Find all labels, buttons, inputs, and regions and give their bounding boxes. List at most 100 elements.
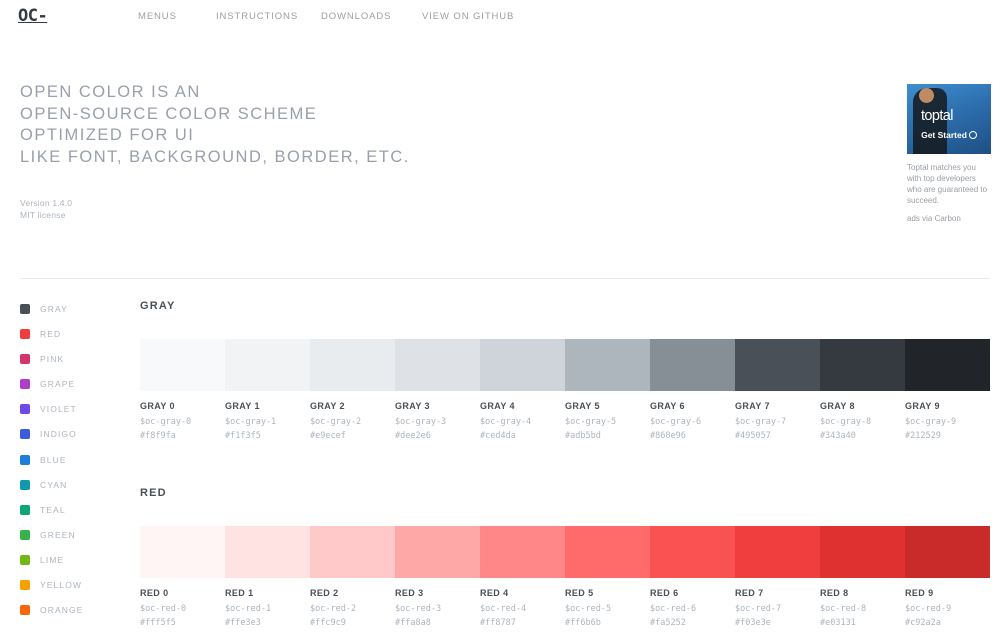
sidebar-item-label: CYAN <box>40 479 68 490</box>
ad-attribution[interactable]: ads via Carbon <box>907 214 991 223</box>
hero-line-2: OPEN-SOURCE COLOR SCHEME <box>20 104 318 123</box>
swatch-color-box[interactable] <box>735 526 820 578</box>
sidebar-item-teal[interactable]: TEAL <box>20 504 130 516</box>
swatch-color-box[interactable] <box>565 526 650 578</box>
swatch-color-box[interactable] <box>225 526 310 578</box>
sidebar-item-pink[interactable]: PINK <box>20 353 130 365</box>
sidebar-item-grape[interactable]: GRAPE <box>20 378 130 390</box>
swatch-name: RED 7 <box>735 588 764 598</box>
sidebar-item-orange[interactable]: ORANGE <box>20 604 130 616</box>
swatch-cell[interactable]: RED 6 $oc-red-6 #fa5252 <box>650 526 735 630</box>
swatch-variable: $oc-red-5 <box>565 604 612 614</box>
sidebar-swatch-icon <box>20 529 30 540</box>
sidebar-item-yellow[interactable]: YELLOW <box>20 579 130 591</box>
swatch-color-box[interactable] <box>820 339 905 391</box>
swatch-cell[interactable]: GRAY 0 $oc-gray-0 #f8f9fa <box>140 339 225 443</box>
swatch-cell[interactable]: GRAY 8 $oc-gray-8 #343a40 <box>820 339 905 443</box>
carbon-ad[interactable]: toptal Get Started Toptal matches you wi… <box>907 84 991 223</box>
sidebar-swatch-icon <box>20 404 30 415</box>
sidebar-item-label: RED <box>40 329 62 340</box>
ad-cta-label[interactable]: Get Started <box>907 130 991 140</box>
swatch-cell[interactable]: RED 2 $oc-red-2 #ffc9c9 <box>310 526 395 630</box>
swatch-variable: $oc-gray-0 <box>140 417 192 427</box>
swatch-name: RED 1 <box>225 588 254 598</box>
swatch-cell[interactable]: RED 9 $oc-red-9 #c92a2a <box>905 526 990 630</box>
swatch-cell[interactable]: GRAY 5 $oc-gray-5 #adb5bd <box>565 339 650 443</box>
sidebar-item-lime[interactable]: LIME <box>20 554 130 566</box>
swatch-variable: $oc-gray-2 <box>310 417 362 427</box>
swatch-cell[interactable]: GRAY 9 $oc-gray-9 #212529 <box>905 339 990 443</box>
sidebar-item-gray[interactable]: GRAY <box>20 303 130 315</box>
swatch-name: RED 4 <box>480 588 509 598</box>
sidebar-item-label: PINK <box>40 354 65 365</box>
swatch-name: GRAY 9 <box>905 401 940 411</box>
hero-heading: OPEN COLOR IS AN OPEN-SOURCE COLOR SCHEM… <box>20 82 410 168</box>
swatch-hex: #868e96 <box>650 431 686 441</box>
swatch-cell[interactable]: RED 7 $oc-red-7 #f03e3e <box>735 526 820 630</box>
swatch-color-box[interactable] <box>905 339 990 391</box>
swatch-cell[interactable]: GRAY 6 $oc-gray-6 #868e96 <box>650 339 735 443</box>
swatch-cell[interactable]: GRAY 7 $oc-gray-7 #495057 <box>735 339 820 443</box>
swatch-cell[interactable]: RED 8 $oc-red-8 #e03131 <box>820 526 905 630</box>
sidebar-swatch-icon <box>20 580 30 591</box>
sidebar-item-label: LIME <box>40 554 65 565</box>
swatch-variable: $oc-red-7 <box>735 604 782 614</box>
swatch-hex: #adb5bd <box>565 431 601 441</box>
sidebar-item-cyan[interactable]: CYAN <box>20 479 130 491</box>
swatch-cell[interactable]: GRAY 3 $oc-gray-3 #dee2e6 <box>395 339 480 443</box>
swatch-cell[interactable]: GRAY 4 $oc-gray-4 #ced4da <box>480 339 565 443</box>
sidebar-item-label: ORANGE <box>40 605 84 616</box>
swatch-color-box[interactable] <box>310 339 395 391</box>
swatch-cell[interactable]: GRAY 1 $oc-gray-1 #f1f3f5 <box>225 339 310 443</box>
swatch-hex: #ff6b6b <box>565 618 601 628</box>
swatch-color-box[interactable] <box>310 526 395 578</box>
swatch-color-box[interactable] <box>140 339 225 391</box>
nav-item-menus[interactable]: MENUS <box>138 11 216 22</box>
swatch-cell[interactable]: RED 4 $oc-red-4 #ff8787 <box>480 526 565 630</box>
swatch-cell[interactable]: RED 3 $oc-red-3 #ffa8a8 <box>395 526 480 630</box>
sidebar-swatch-icon <box>20 329 30 340</box>
swatch-variable: $oc-gray-1 <box>225 417 277 427</box>
nav-item-instructions[interactable]: INSTRUCTIONS <box>216 11 321 22</box>
swatch-color-box[interactable] <box>480 339 565 391</box>
sidebar-item-green[interactable]: GREEN <box>20 529 130 541</box>
swatch-variable: $oc-gray-6 <box>650 417 702 427</box>
sidebar-swatch-icon <box>20 304 30 314</box>
ad-banner-image[interactable]: toptal Get Started <box>907 84 991 154</box>
swatch-cell[interactable]: RED 0 $oc-red-0 #fff5f5 <box>140 526 225 630</box>
swatch-hex: #c92a2a <box>905 618 941 628</box>
swatch-color-box[interactable] <box>905 526 990 578</box>
swatch-name: RED 5 <box>565 588 594 598</box>
nav-item-view-on-github[interactable]: VIEW ON GITHUB <box>422 11 514 22</box>
sidebar-item-blue[interactable]: BLUE <box>20 454 130 466</box>
nav-item-downloads[interactable]: DOWNLOADS <box>321 11 422 22</box>
swatch-cell[interactable]: RED 5 $oc-red-5 #ff6b6b <box>565 526 650 630</box>
swatch-hex: #fff5f5 <box>140 618 176 628</box>
swatch-cell[interactable]: RED 1 $oc-red-1 #ffe3e3 <box>225 526 310 630</box>
swatch-color-box[interactable] <box>650 526 735 578</box>
swatch-color-box[interactable] <box>735 339 820 391</box>
sidebar-item-indigo[interactable]: INDIGO <box>20 428 130 440</box>
swatch-color-box[interactable] <box>650 339 735 391</box>
version-label: Version 1.4.0 <box>20 198 73 208</box>
swatch-hex: #e9ecef <box>310 431 346 441</box>
swatch-hex: #f1f3f5 <box>225 431 261 441</box>
swatch-hex: #ffe3e3 <box>225 618 261 628</box>
hero-line-3: OPTIMIZED FOR UI <box>20 126 195 144</box>
swatch-color-box[interactable] <box>140 526 225 578</box>
sidebar-item-red[interactable]: RED <box>20 328 130 340</box>
swatch-color-box[interactable] <box>565 339 650 391</box>
site-logo[interactable]: OC- <box>18 6 48 26</box>
swatch-color-box[interactable] <box>820 526 905 578</box>
swatch-name: RED 9 <box>905 588 934 598</box>
swatch-color-box[interactable] <box>395 339 480 391</box>
swatch-cell[interactable]: GRAY 2 $oc-gray-2 #e9ecef <box>310 339 395 443</box>
swatch-color-box[interactable] <box>395 526 480 578</box>
swatch-variable: $oc-gray-5 <box>565 417 617 427</box>
hero-line-1: OPEN COLOR IS AN <box>20 83 201 101</box>
swatch-color-box[interactable] <box>225 339 310 391</box>
hero-meta: Version 1.4.0 MIT license <box>20 198 72 221</box>
swatch-color-box[interactable] <box>480 526 565 578</box>
sidebar-item-label: GRAPE <box>40 379 76 390</box>
sidebar-item-violet[interactable]: VIOLET <box>20 403 130 415</box>
